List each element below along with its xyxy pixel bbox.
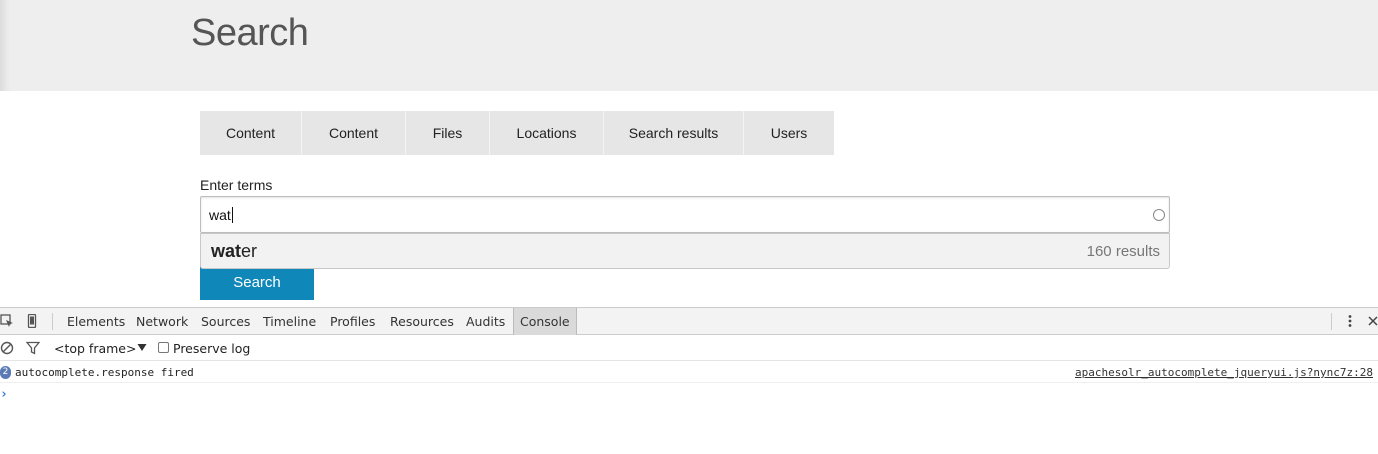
devtools-tab-network[interactable]: Network: [130, 308, 194, 335]
toolbar-divider: [52, 313, 53, 330]
page: Search Content Content Files Locations S…: [0, 0, 1378, 454]
close-devtools-icon[interactable]: [1366, 314, 1378, 328]
tab-content[interactable]: Content: [200, 111, 302, 155]
tab-content-2[interactable]: Content: [302, 111, 406, 155]
suggestion-term: water: [211, 241, 257, 262]
toolbar-divider-right: [1331, 313, 1332, 330]
autocomplete-suggestion[interactable]: water 160 results: [200, 233, 1170, 269]
header-shadow: [0, 0, 10, 91]
search-tabs: Content Content Files Locations Search r…: [200, 111, 834, 155]
tab-locations[interactable]: Locations: [490, 111, 604, 155]
filter-icon[interactable]: [25, 341, 41, 355]
page-title: Search: [191, 12, 309, 54]
console-source-link[interactable]: apachesolr_autocomplete_jqueryui.js?nync…: [1075, 366, 1373, 379]
clear-console-icon[interactable]: [0, 341, 14, 355]
device-mode-icon[interactable]: [25, 313, 39, 329]
console-prompt[interactable]: ›: [0, 387, 8, 402]
devtools-tab-resources[interactable]: Resources: [384, 308, 460, 335]
devtools-tab-timeline[interactable]: Timeline: [257, 308, 322, 335]
devtools-toolbar: Elements Network Sources Timeline Profil…: [0, 307, 1378, 335]
suggestion-count: 160 results: [1086, 242, 1160, 260]
inspect-element-icon[interactable]: [0, 314, 14, 328]
devtools-tab-console[interactable]: Console: [513, 308, 577, 335]
console-filter-bar: <top frame> Preserve log: [0, 335, 1378, 361]
devtools-panel: Elements Network Sources Timeline Profil…: [0, 307, 1378, 454]
preserve-log-label: Preserve log: [173, 341, 251, 356]
search-input-value: wat: [209, 206, 231, 223]
frame-selector[interactable]: <top frame>: [54, 341, 136, 356]
devtools-tab-elements[interactable]: Elements: [61, 308, 131, 335]
tab-files[interactable]: Files: [406, 111, 490, 155]
page-header: Search: [0, 0, 1378, 91]
tab-search-results[interactable]: Search results: [604, 111, 744, 155]
devtools-tab-audits[interactable]: Audits: [460, 308, 511, 335]
suggestion-match: wat: [211, 240, 242, 261]
autocomplete-throbber-icon: [1153, 209, 1165, 221]
tab-users[interactable]: Users: [744, 111, 834, 155]
text-caret: [231, 206, 233, 223]
suggestion-rest: er: [241, 240, 258, 261]
console-message-row: 2 autocomplete.response fired apachesolr…: [0, 363, 1378, 383]
console-message: autocomplete.response fired: [15, 366, 194, 379]
search-label: Enter terms: [200, 177, 273, 193]
devtools-tab-profiles[interactable]: Profiles: [324, 308, 381, 335]
devtools-tab-sources[interactable]: Sources: [195, 308, 256, 335]
search-input[interactable]: wat: [200, 196, 1170, 233]
frame-dropdown-icon[interactable]: [135, 341, 149, 355]
more-options-icon[interactable]: [1343, 314, 1357, 328]
repeat-count-badge: 2: [0, 366, 11, 379]
preserve-log-checkbox[interactable]: [158, 342, 169, 353]
